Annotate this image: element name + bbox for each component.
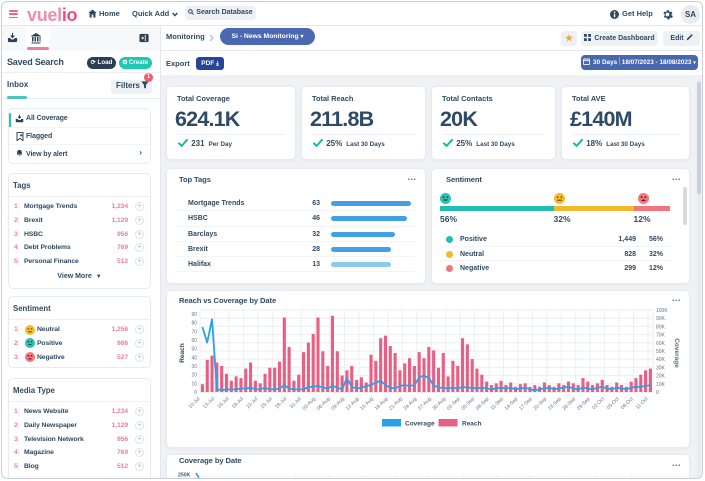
svg-text:14-Sep: 14-Sep [504, 396, 520, 412]
svg-text:40K: 40K [656, 357, 666, 363]
svg-text:02-Sep: 02-Sep [446, 396, 462, 412]
svg-text:08-Oct: 08-Oct [620, 396, 635, 411]
svg-text:20-Sep: 20-Sep [533, 396, 549, 412]
svg-text:16-Jul: 16-Jul [216, 396, 230, 410]
svg-text:90: 90 [191, 312, 197, 318]
svg-text:40: 40 [191, 355, 197, 361]
svg-text:18-Aug: 18-Aug [374, 396, 390, 412]
svg-text:90K: 90K [656, 316, 666, 322]
svg-text:30-Aug: 30-Aug [431, 396, 447, 412]
svg-text:10K: 10K [656, 382, 666, 388]
svg-text:11-Sep: 11-Sep [490, 396, 506, 412]
svg-text:25-Jul: 25-Jul [260, 396, 274, 410]
svg-text:20: 20 [191, 373, 197, 379]
svg-text:60K: 60K [656, 341, 666, 347]
svg-text:29-Sep: 29-Sep [576, 396, 592, 412]
svg-text:50K: 50K [656, 349, 666, 355]
svg-text:250K: 250K [178, 473, 191, 479]
svg-text:09-Aug: 09-Aug [330, 396, 346, 412]
svg-text:13-Jul: 13-Jul [202, 396, 216, 410]
svg-text:11-Oct: 11-Oct [635, 396, 650, 411]
svg-text:21-Aug: 21-Aug [388, 396, 404, 412]
svg-text:10-Jul: 10-Jul [188, 396, 202, 410]
svg-text:15-Aug: 15-Aug [359, 396, 375, 412]
svg-text:17-Sep: 17-Sep [518, 396, 534, 412]
svg-text:02-Oct: 02-Oct [591, 396, 606, 411]
svg-text:05-Oct: 05-Oct [606, 396, 621, 411]
svg-text:Coverage: Coverage [405, 421, 435, 428]
svg-text:20K: 20K [656, 374, 666, 380]
svg-text:27-Aug: 27-Aug [417, 396, 433, 412]
svg-text:05-Sep: 05-Sep [460, 396, 476, 412]
svg-text:70: 70 [191, 329, 197, 335]
svg-text:03-Aug: 03-Aug [301, 396, 317, 412]
svg-text:10: 10 [191, 381, 197, 387]
svg-text:60: 60 [191, 338, 197, 344]
svg-text:28-Jul: 28-Jul [274, 396, 288, 410]
svg-text:12-Aug: 12-Aug [345, 396, 361, 412]
svg-text:0: 0 [656, 390, 659, 396]
svg-text:Coverage: Coverage [673, 338, 680, 368]
svg-text:Reach: Reach [462, 421, 482, 428]
svg-text:100K: 100K [656, 308, 668, 314]
svg-text:Reach: Reach [179, 343, 186, 363]
svg-text:80K: 80K [656, 324, 666, 330]
svg-text:30: 30 [191, 364, 197, 370]
svg-text:26-Sep: 26-Sep [561, 396, 577, 412]
svg-text:06-Aug: 06-Aug [316, 396, 332, 412]
svg-text:30K: 30K [656, 365, 666, 371]
svg-text:50: 50 [191, 347, 197, 353]
svg-text:24-Aug: 24-Aug [403, 396, 419, 412]
svg-text:80: 80 [191, 321, 197, 327]
svg-text:0: 0 [194, 390, 197, 396]
svg-text:22-Jul: 22-Jul [245, 396, 259, 410]
svg-text:23-Sep: 23-Sep [547, 396, 563, 412]
svg-text:08-Sep: 08-Sep [475, 396, 491, 412]
svg-text:19-Jul: 19-Jul [231, 396, 245, 410]
svg-text:70K: 70K [656, 333, 666, 339]
